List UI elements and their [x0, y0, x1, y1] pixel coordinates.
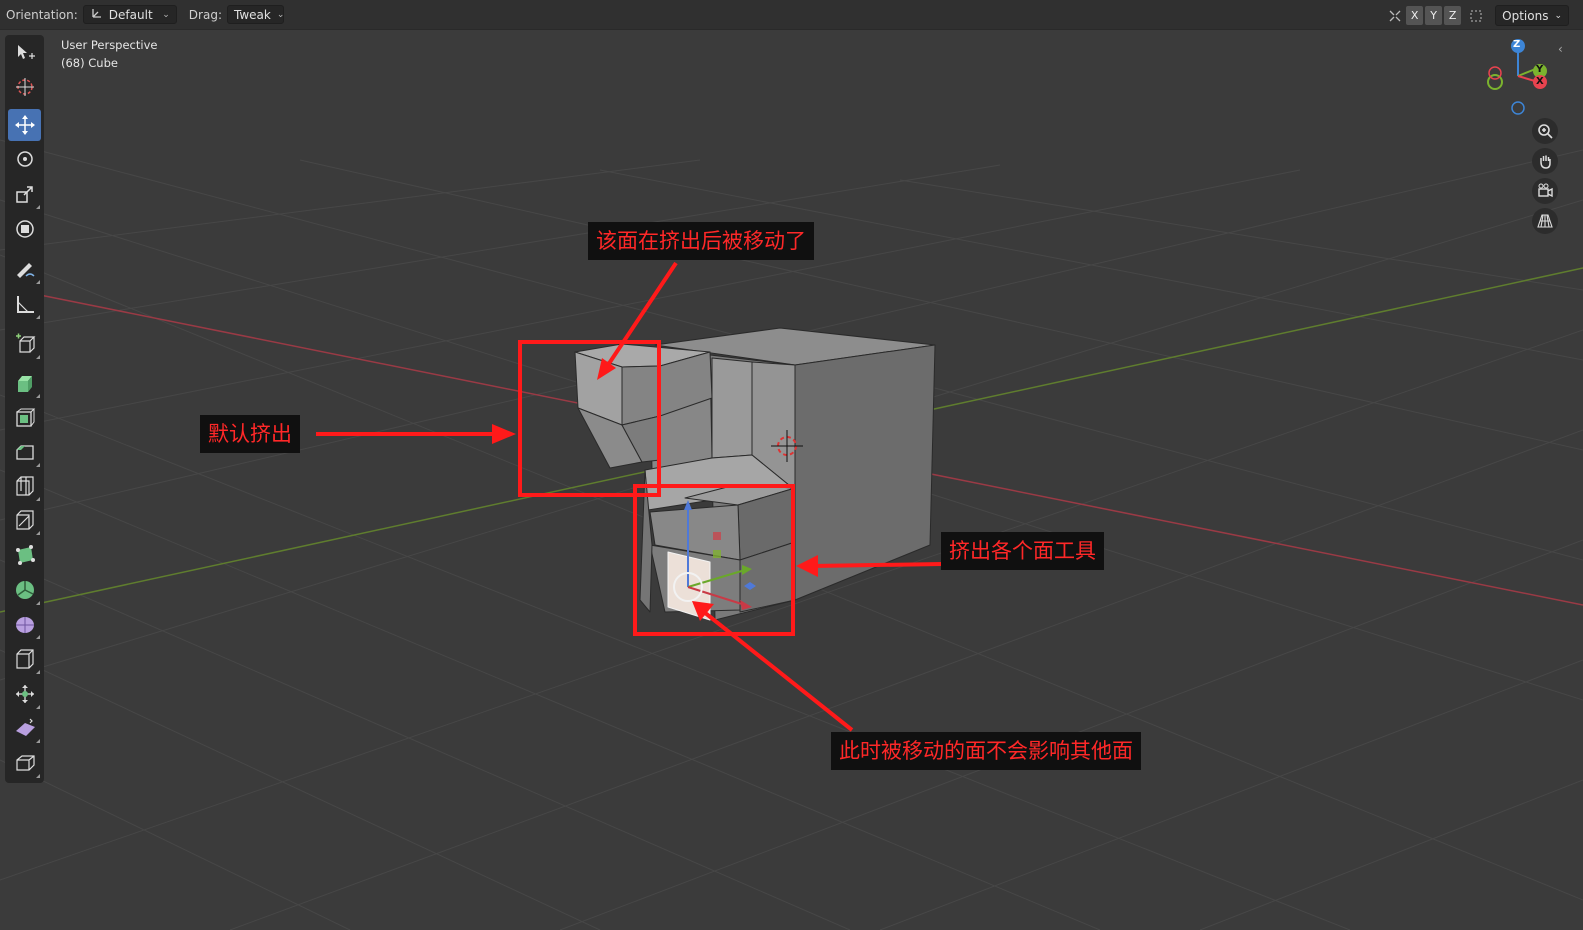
shrink-fatten-icon[interactable]	[8, 678, 41, 710]
orientation-axes-icon	[90, 7, 103, 23]
mirror-icon[interactable]	[1386, 6, 1404, 25]
cube-mesh	[574, 327, 936, 621]
orientation-dropdown[interactable]: Default ⌄	[82, 5, 177, 24]
inset-faces-icon[interactable]	[8, 402, 41, 434]
bevel-icon[interactable]	[8, 436, 41, 468]
smooth-icon[interactable]	[8, 608, 41, 640]
options-dropdown[interactable]: Options ⌄	[1495, 5, 1569, 26]
edge-slide-icon[interactable]	[8, 643, 41, 675]
orientation-value: Default	[108, 7, 153, 22]
loop-cut-icon[interactable]	[8, 470, 41, 502]
gizmo-y-label: Y	[1536, 64, 1544, 75]
transform-icon[interactable]	[8, 213, 41, 245]
gizmo-x-label: X	[1536, 76, 1544, 87]
viewport-header: Orientation: Default ⌄ Drag: Tweak ⌄ X Y…	[0, 0, 1583, 30]
mirror-y-button[interactable]: Y	[1425, 6, 1443, 25]
annotation-extrude-faces-tool: 挤出各个面工具	[941, 532, 1104, 570]
view-info: User Perspective (68) Cube	[61, 36, 157, 72]
chevron-down-icon: ⌄	[1554, 10, 1562, 21]
shear-icon[interactable]	[8, 712, 41, 744]
orientation-label: Orientation:	[6, 7, 78, 22]
gizmo-z-label: Z	[1513, 39, 1521, 50]
rip-region-icon[interactable]	[8, 747, 41, 779]
add-cube-icon[interactable]	[8, 328, 41, 360]
drag-value: Tweak	[233, 7, 271, 22]
extrude-region-icon[interactable]	[8, 367, 41, 399]
rotate-icon[interactable]	[8, 143, 41, 175]
scale-icon[interactable]	[8, 178, 41, 210]
select-box-icon[interactable]	[8, 37, 41, 69]
pan-hand-icon[interactable]	[1532, 148, 1558, 174]
scene-canvas[interactable]	[0, 0, 1583, 930]
topology-mirror-icon[interactable]	[1467, 6, 1485, 25]
mirror-x-button[interactable]: X	[1406, 6, 1424, 25]
annotate-icon[interactable]	[8, 253, 41, 285]
drag-label: Drag:	[188, 7, 222, 22]
options-label: Options	[1502, 8, 1549, 23]
measure-icon[interactable]	[8, 288, 41, 320]
view-name: User Perspective	[61, 38, 158, 52]
cursor-icon[interactable]	[8, 71, 41, 103]
perspective-grid-icon[interactable]	[1532, 208, 1558, 234]
navigation-gizmo[interactable]: Z Y X	[1482, 36, 1554, 118]
3d-viewport[interactable]: Orientation: Default ⌄ Drag: Tweak ⌄ X Y…	[0, 0, 1583, 930]
annotation-no-effect: 此时被移动的面不会影响其他面	[831, 732, 1141, 770]
mirror-z-button[interactable]: Z	[1444, 6, 1462, 25]
object-info: (68) Cube	[61, 56, 118, 70]
annotation-moved-face: 该面在挤出后被移动了	[588, 222, 814, 260]
camera-icon[interactable]	[1532, 178, 1558, 204]
chevron-down-icon: ⌄	[276, 9, 285, 20]
poly-build-icon[interactable]	[8, 539, 41, 571]
collapse-sidebar-icon[interactable]: ‹	[1558, 42, 1563, 56]
knife-icon[interactable]	[8, 504, 41, 536]
chevron-down-icon: ⌄	[162, 9, 170, 20]
spin-icon[interactable]	[8, 574, 41, 606]
move-icon[interactable]	[8, 109, 41, 141]
header-right-tools: X Y Z Options ⌄	[1386, 5, 1569, 26]
annotation-default-extrude: 默认挤出	[200, 415, 300, 453]
tool-shelf	[5, 35, 44, 783]
drag-dropdown[interactable]: Tweak ⌄	[226, 5, 285, 24]
zoom-icon[interactable]	[1532, 118, 1558, 144]
